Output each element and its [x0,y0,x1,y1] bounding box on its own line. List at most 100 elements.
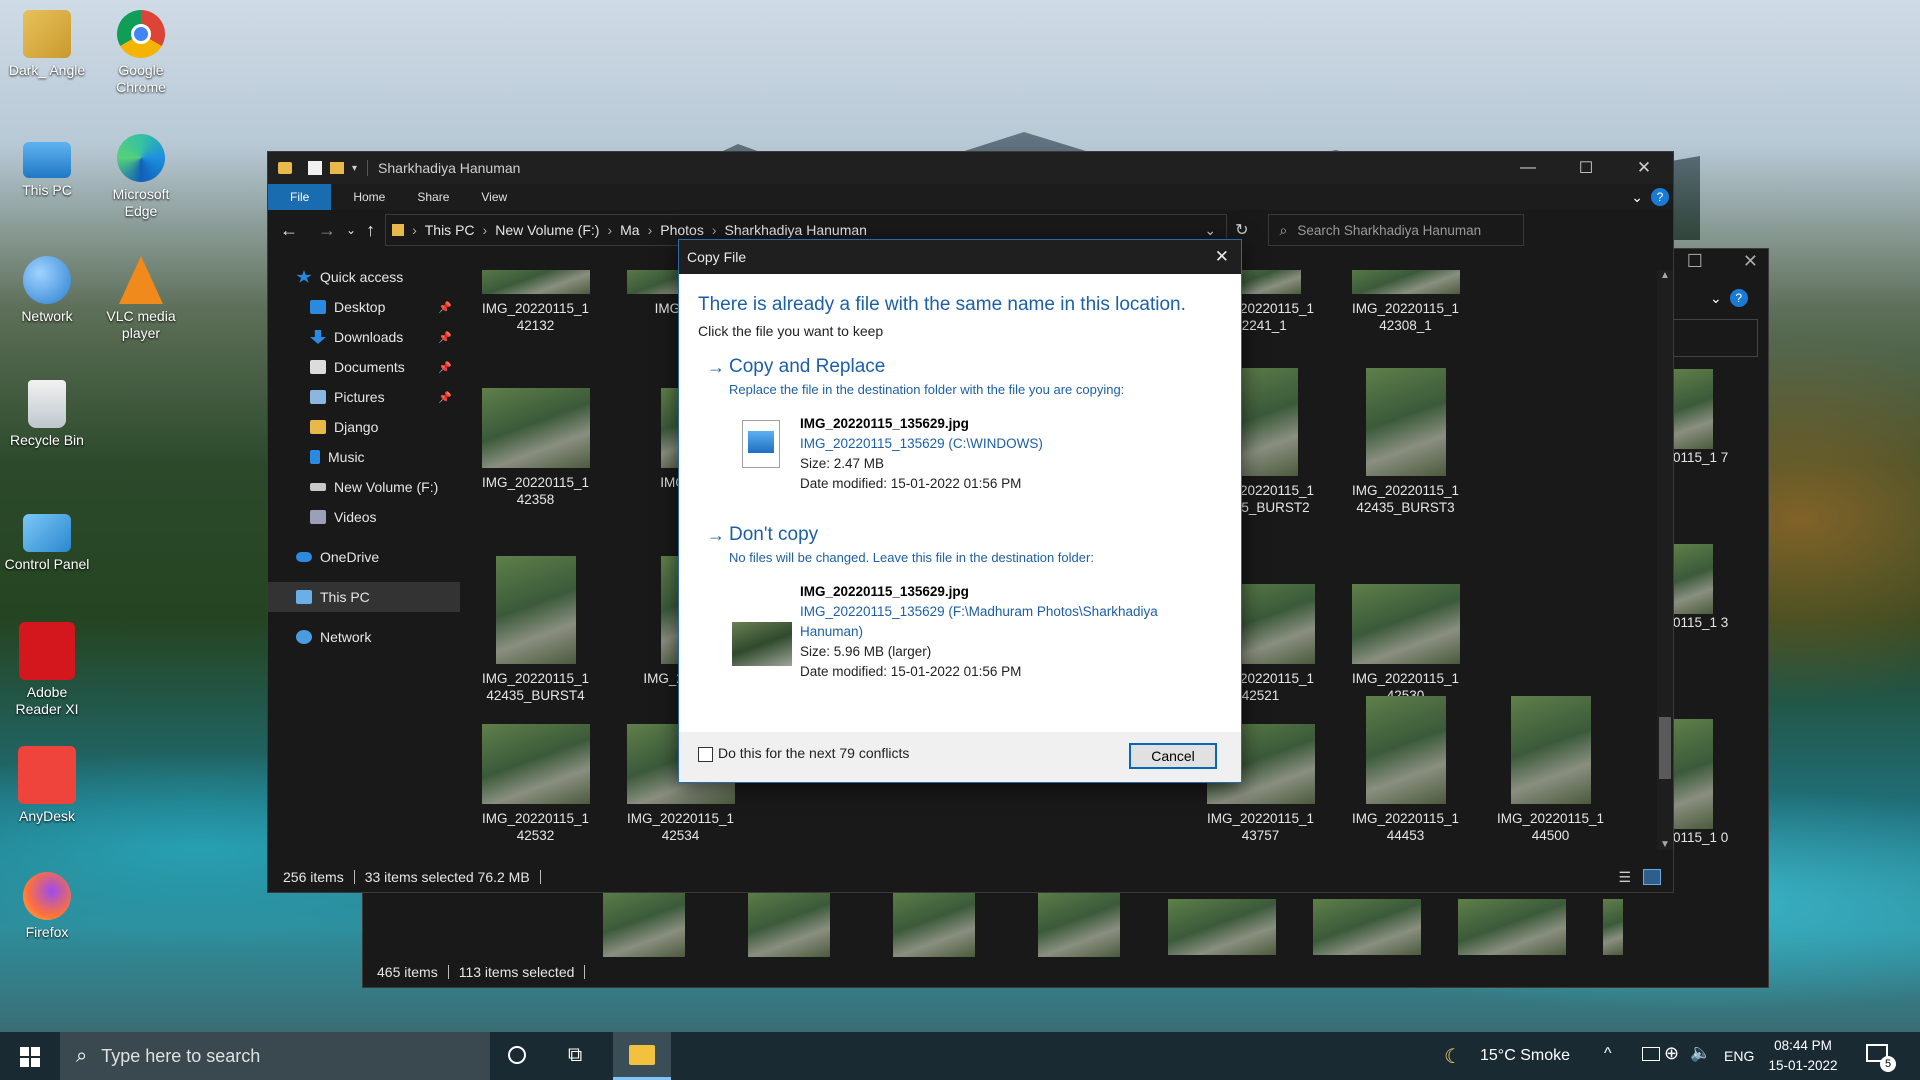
language-indicator[interactable]: ENG [1724,1048,1754,1064]
forward-arrow-icon[interactable]: → [318,220,336,241]
title-bar[interactable]: ▾ Sharkhadiya Hanuman — ☐ ✕ [268,152,1673,184]
ribbon-expand-icon[interactable]: ⌄ [1631,189,1643,206]
weather-text[interactable]: 15°C Smoke [1480,1047,1570,1065]
file-size: Size: 2.47 MB [800,456,885,471]
file-tile[interactable]: IMG_20220115_1 42435_BURST4 [468,556,608,704]
back-search-box[interactable] [1666,319,1758,357]
clock[interactable]: 08:44 PM 15-01-2022 [1768,1036,1838,1076]
file-tile[interactable]: 0115_1 7 [1673,369,1743,466]
copy-and-replace-option[interactable]: → Copy and Replace Replace the file in t… [707,356,1124,397]
cortana-icon[interactable] [508,1046,526,1064]
taskbar-file-explorer[interactable] [613,1032,671,1080]
dont-copy-option[interactable]: → Don't copy No files will be changed. L… [707,524,1094,565]
pin-icon[interactable]: 📌 [438,331,452,344]
refresh-icon[interactable]: ↻ [1235,220,1248,240]
network-globe-icon[interactable]: ⊕ [1664,1043,1679,1064]
nav-music[interactable]: Music [268,442,460,472]
pin-icon[interactable]: 📌 [438,361,452,374]
help-icon[interactable]: ? [1651,188,1669,206]
close-icon[interactable]: ✕ [1743,251,1758,277]
tab-view[interactable]: View [465,184,523,210]
battery-icon[interactable] [1642,1047,1660,1061]
customize-toolbar-icon[interactable]: ▾ [352,163,357,174]
file-tile[interactable]: IMG_20220115_1 42532 [468,724,608,844]
nav-network[interactable]: Network [268,622,460,652]
tab-home[interactable]: Home [337,184,401,210]
conflicts-checkbox-label[interactable]: Do this for the next 79 conflicts [718,745,909,761]
back-arrow-icon[interactable]: ← [280,220,298,241]
dialog-title-bar[interactable]: Copy File ✕ [679,240,1241,274]
tab-file[interactable]: File [268,184,332,210]
scroll-down-icon[interactable]: ▼ [1657,839,1673,850]
nav-django[interactable]: Django [268,412,460,442]
show-hidden-icons-icon[interactable]: ^ [1604,1045,1612,1063]
task-view-icon[interactable]: ⧉ [568,1044,582,1067]
file-tile[interactable]: 0115_1 3 [1673,544,1743,631]
desktop-icon-vlc[interactable]: VLC media player [96,256,186,342]
documents-icon [310,360,326,374]
replace-file-info[interactable]: IMG_20220115_135629.jpg IMG_20220115_135… [800,414,1043,494]
file-tile[interactable]: 0115_1 0 [1673,719,1743,846]
breadcrumb-item[interactable]: This PC [425,222,475,238]
pin-icon[interactable]: 📌 [438,301,452,314]
file-tile[interactable]: IMG_20220115_1 42308_1 [1333,270,1478,334]
breadcrumb-item[interactable]: Photos [660,222,704,238]
nav-desktop[interactable]: Desktop 📌 [268,292,460,322]
desktop-icon-edge[interactable]: Microsoft Edge [96,134,186,220]
nav-quick-access[interactable]: Quick access [268,262,460,292]
pin-icon[interactable]: 📌 [438,391,452,404]
conflicts-checkbox[interactable] [698,747,713,762]
nav-this-pc[interactable]: This PC [268,582,460,612]
desktop-icon-user-folder[interactable]: Dark_ Angle [2,10,92,79]
file-tile[interactable]: IMG_20220115_1 42530 [1333,556,1478,704]
desktop-icon-control-panel[interactable]: Control Panel [2,508,92,573]
tab-share[interactable]: Share [401,184,465,210]
desktop-icon-recycle-bin[interactable]: Recycle Bin [2,380,92,449]
file-tile[interactable]: IMG_20220115_1 44453 [1333,696,1478,844]
desktop-icon-this-pc[interactable]: This PC [2,134,92,199]
nav-downloads[interactable]: Downloads 📌 [268,322,460,352]
desktop-icon-firefox[interactable]: Firefox [2,872,92,941]
volume-icon[interactable]: 🔈 [1690,1043,1711,1063]
chevron-down-icon[interactable]: ⌄ [1710,290,1722,307]
new-folder-icon[interactable] [330,162,344,174]
breadcrumb-item[interactable]: New Volume (F:) [495,222,599,238]
close-icon[interactable]: ✕ [1615,158,1673,178]
scrollbar[interactable]: ▲ ▼ [1657,270,1673,850]
desktop-icon-network[interactable]: Network [2,256,92,325]
breadcrumb-item[interactable]: Sharkhadiya Hanuman [725,222,867,238]
copy-file-dialog[interactable]: Copy File ✕ There is already a file with… [678,239,1242,783]
nav-videos[interactable]: Videos [268,502,460,532]
nav-onedrive[interactable]: OneDrive [268,542,460,572]
desktop-icon-adobe-reader[interactable]: Adobe Reader XI [2,622,92,718]
dontcopy-file-info[interactable]: IMG_20220115_135629.jpg IMG_20220115_135… [800,582,1220,682]
cancel-button[interactable]: Cancel [1129,743,1217,769]
file-tile[interactable]: IMG_20220115_1 42435_BURST3 [1333,368,1478,516]
nav-label: Desktop [334,299,386,315]
maximize-icon[interactable]: ☐ [1557,158,1615,178]
scroll-up-icon[interactable]: ▲ [1657,270,1673,281]
scroll-thumb[interactable] [1659,717,1671,779]
taskbar-search-box[interactable]: ⌕ Type here to search [60,1032,490,1080]
file-tile[interactable]: IMG_20220115_1 44500 [1478,696,1623,844]
help-icon[interactable]: ? [1729,289,1748,307]
address-dropdown-icon[interactable]: ⌄ [1204,222,1216,239]
large-icons-view-icon[interactable] [1643,869,1661,885]
desktop-icon-anydesk[interactable]: AnyDesk [2,746,92,825]
dialog-close-icon[interactable]: ✕ [1215,247,1229,267]
desktop-icon-chrome[interactable]: Google Chrome [96,10,186,96]
nav-documents[interactable]: Documents 📌 [268,352,460,382]
minimize-icon[interactable]: — [1499,159,1557,177]
details-view-icon[interactable]: ☰ [1618,869,1631,886]
file-tile[interactable]: IMG_20220115_1 42132 [468,270,608,334]
properties-icon[interactable] [308,161,322,175]
nav-pictures[interactable]: Pictures 📌 [268,382,460,412]
file-tile[interactable]: IMG_20220115_1 42358 [468,388,608,508]
windows-start-icon[interactable] [20,1047,40,1067]
recent-locations-icon[interactable]: ⌄ [346,223,356,237]
maximize-icon[interactable]: ☐ [1687,251,1703,277]
up-arrow-icon[interactable]: ↑ [366,220,375,241]
breadcrumb-item[interactable]: Ma [620,222,639,238]
search-box[interactable]: ⌕ Search Sharkhadiya Hanuman [1268,214,1525,246]
nav-new-volume[interactable]: New Volume (F:) [268,472,460,502]
